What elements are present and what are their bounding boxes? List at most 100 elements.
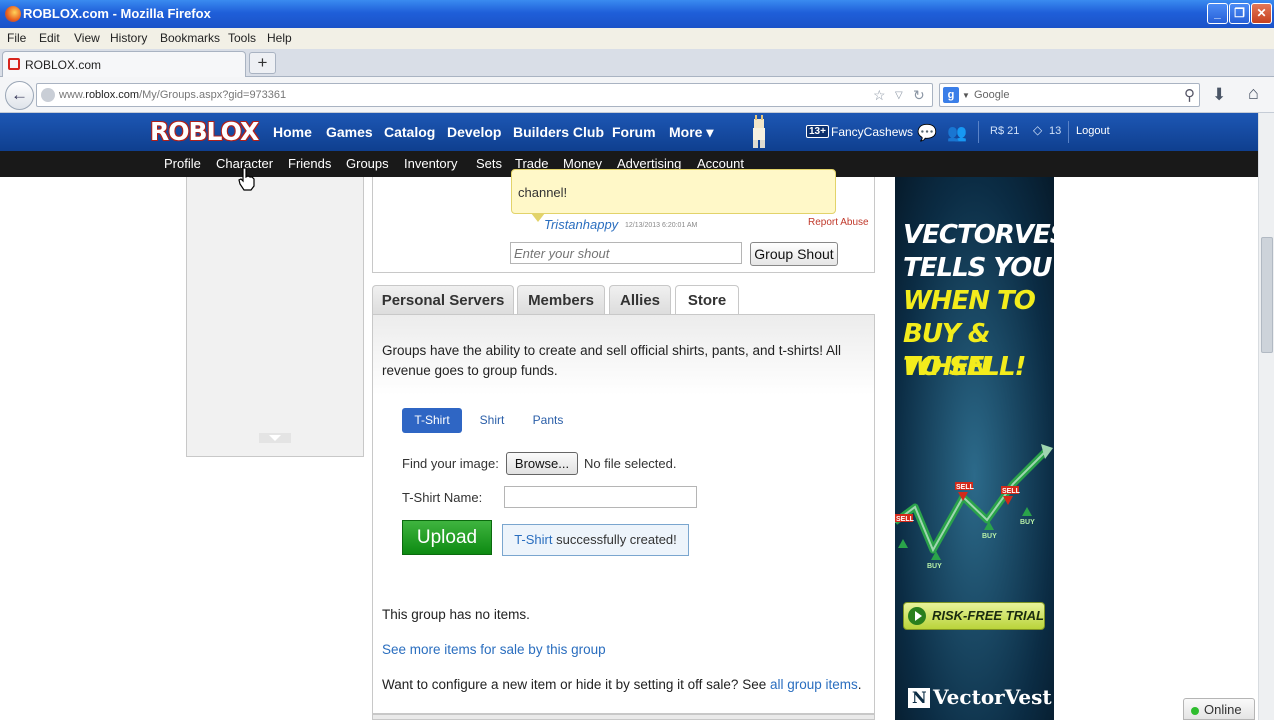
tickets-icon: ◇ (1033, 123, 1043, 137)
age-badge: 13+ (806, 125, 829, 138)
nav-games[interactable]: Games (326, 124, 373, 140)
subnav-friends[interactable]: Friends (288, 156, 331, 171)
search-input[interactable]: Google (974, 89, 1009, 101)
scrollbar-thumb[interactable] (1261, 237, 1273, 353)
online-status-badge[interactable]: Online (1183, 698, 1255, 720)
friends-icon[interactable]: 👥 (947, 123, 967, 143)
group-shout-box: channel! Tristanhappy 12/13/2013 6:20:01… (372, 169, 875, 273)
subnav-inventory[interactable]: Inventory (404, 156, 457, 171)
logout-link[interactable]: Logout (1076, 125, 1110, 137)
store-description: Groups have the ability to create and se… (382, 343, 841, 378)
group-shout-button[interactable]: Group Shout (750, 242, 838, 266)
minimize-button[interactable]: _ (1207, 3, 1228, 24)
browser-tab[interactable]: ROBLOX.com (2, 51, 246, 77)
menu-bookmarks[interactable]: Bookmarks (160, 31, 220, 45)
page-viewport: ROBLOX Home Games Catalog Develop Builde… (0, 113, 1274, 720)
maximize-button[interactable]: ❐ (1229, 3, 1250, 24)
search-bar[interactable]: g ▼ Google ⚲ (939, 83, 1200, 107)
online-label: Online (1204, 702, 1242, 717)
search-icon[interactable]: ⚲ (1184, 86, 1195, 104)
menu-view[interactable]: View (74, 31, 100, 45)
see-more-items-link[interactable]: See more items for sale by this group (382, 642, 606, 657)
tickets-balance[interactable]: 13 (1049, 125, 1061, 137)
engine-dropdown-icon[interactable]: ▼ (962, 91, 970, 100)
url-bar[interactable]: www.roblox.com/My/Groups.aspx?gid=973361… (36, 83, 933, 107)
header-divider (1068, 121, 1069, 143)
shout-timestamp: 12/13/2013 6:20:01 AM (625, 222, 698, 229)
all-group-items-link[interactable]: all group items (770, 677, 858, 692)
tab-members[interactable]: Members (517, 285, 605, 315)
ad-buy-label: BUY (1020, 519, 1035, 526)
home-icon[interactable]: ⌂ (1248, 83, 1259, 104)
messages-icon[interactable]: 💬 (917, 123, 937, 143)
new-tab-button[interactable]: + (249, 52, 276, 74)
next-panel-edge (372, 714, 875, 720)
file-status: No file selected. (584, 456, 677, 471)
nav-develop[interactable]: Develop (447, 124, 501, 140)
tab-label: ROBLOX.com (25, 58, 102, 72)
cta-label: RISK-FREE TRIAL (932, 608, 1044, 623)
history-dropdown-icon[interactable]: ▽ (895, 90, 903, 101)
nav-home[interactable]: Home (273, 124, 312, 140)
nav-forum[interactable]: Forum (612, 124, 656, 140)
tshirt-name-input[interactable] (504, 486, 697, 508)
upload-button[interactable]: Upload (402, 520, 492, 555)
shout-input[interactable] (510, 242, 742, 264)
hand-cursor-icon (238, 167, 255, 191)
menu-file[interactable]: File (7, 31, 26, 45)
nav-more[interactable]: More ▾ (669, 124, 713, 141)
type-shirt-button[interactable]: Shirt (472, 408, 512, 433)
ad-sell-label: SELL (956, 484, 975, 491)
shout-text: channel! (518, 185, 568, 200)
groups-sidebar-panel (186, 177, 364, 457)
close-button[interactable]: ✕ (1251, 3, 1272, 24)
report-abuse-link[interactable]: Report Abuse (808, 217, 869, 228)
ad-buy-label: BUY (982, 533, 997, 540)
window-title: ROBLOX.com - Mozilla Firefox (23, 6, 211, 21)
menu-tools[interactable]: Tools (228, 31, 256, 45)
reload-icon[interactable]: ↻ (913, 87, 925, 104)
store-panel: Groups have the ability to create and se… (372, 314, 875, 714)
ad-headline-line: WHEN TO (903, 286, 1036, 316)
menu-help[interactable]: Help (267, 31, 292, 45)
tab-store[interactable]: Store (675, 285, 739, 316)
tshirt-name-label: T-Shirt Name: (402, 490, 483, 505)
roblox-logo[interactable]: ROBLOX (150, 117, 259, 146)
menu-bar: File Edit View History Bookmarks Tools H… (0, 28, 1274, 49)
character-avatar-icon[interactable] (749, 115, 769, 149)
bookmark-star-icon[interactable]: ☆ (873, 87, 886, 104)
vectorvest-logo-icon (908, 688, 930, 708)
menu-history[interactable]: History (110, 31, 147, 45)
subnav-groups[interactable]: Groups (346, 156, 389, 171)
window-titlebar: ROBLOX.com - Mozilla Firefox _ ❐ ✕ (0, 0, 1274, 28)
ad-brand-name: VectorVest (933, 685, 1052, 709)
menu-edit[interactable]: Edit (39, 31, 60, 45)
risk-free-trial-button[interactable]: RISK-FREE TRIAL (903, 602, 1045, 630)
subnav-sets[interactable]: Sets (476, 156, 502, 171)
tab-allies[interactable]: Allies (609, 285, 671, 315)
nav-catalog[interactable]: Catalog (384, 124, 435, 140)
nav-builders-club[interactable]: Builders Club (513, 124, 604, 140)
ad-headline-line: TO SELL! (903, 352, 1026, 382)
online-dot-icon (1191, 707, 1199, 715)
type-tshirt-button[interactable]: T-Shirt (402, 408, 462, 433)
vectorvest-ad[interactable]: VECTORVEST TELLS YOU WHEN TO BUY & WHEN … (895, 177, 1054, 720)
subnav-profile[interactable]: Profile (164, 156, 201, 171)
globe-icon (41, 88, 55, 102)
back-arrow-icon[interactable]: ← (5, 81, 34, 110)
type-pants-button[interactable]: Pants (526, 408, 570, 433)
roblox-favicon-icon (8, 58, 20, 70)
tab-bar: ROBLOX.com + (0, 49, 1274, 77)
scroll-down-icon[interactable] (259, 433, 291, 443)
shout-author-link[interactable]: Tristanhappy (544, 217, 618, 232)
ad-headline-line: TELLS YOU (903, 253, 1053, 283)
google-icon[interactable]: g (943, 87, 959, 103)
success-message: T-Shirt successfully created! (502, 524, 689, 556)
url-text[interactable]: www.roblox.com/My/Groups.aspx?gid=973361 (59, 89, 286, 101)
username-link[interactable]: FancyCashews (831, 125, 913, 139)
robux-balance[interactable]: R$ 21 (990, 125, 1019, 137)
browse-button[interactable]: Browse... (506, 452, 578, 475)
tab-personal-servers[interactable]: Personal Servers (372, 285, 514, 315)
page-scrollbar[interactable] (1258, 113, 1274, 720)
download-icon[interactable]: ⬇ (1212, 85, 1226, 105)
